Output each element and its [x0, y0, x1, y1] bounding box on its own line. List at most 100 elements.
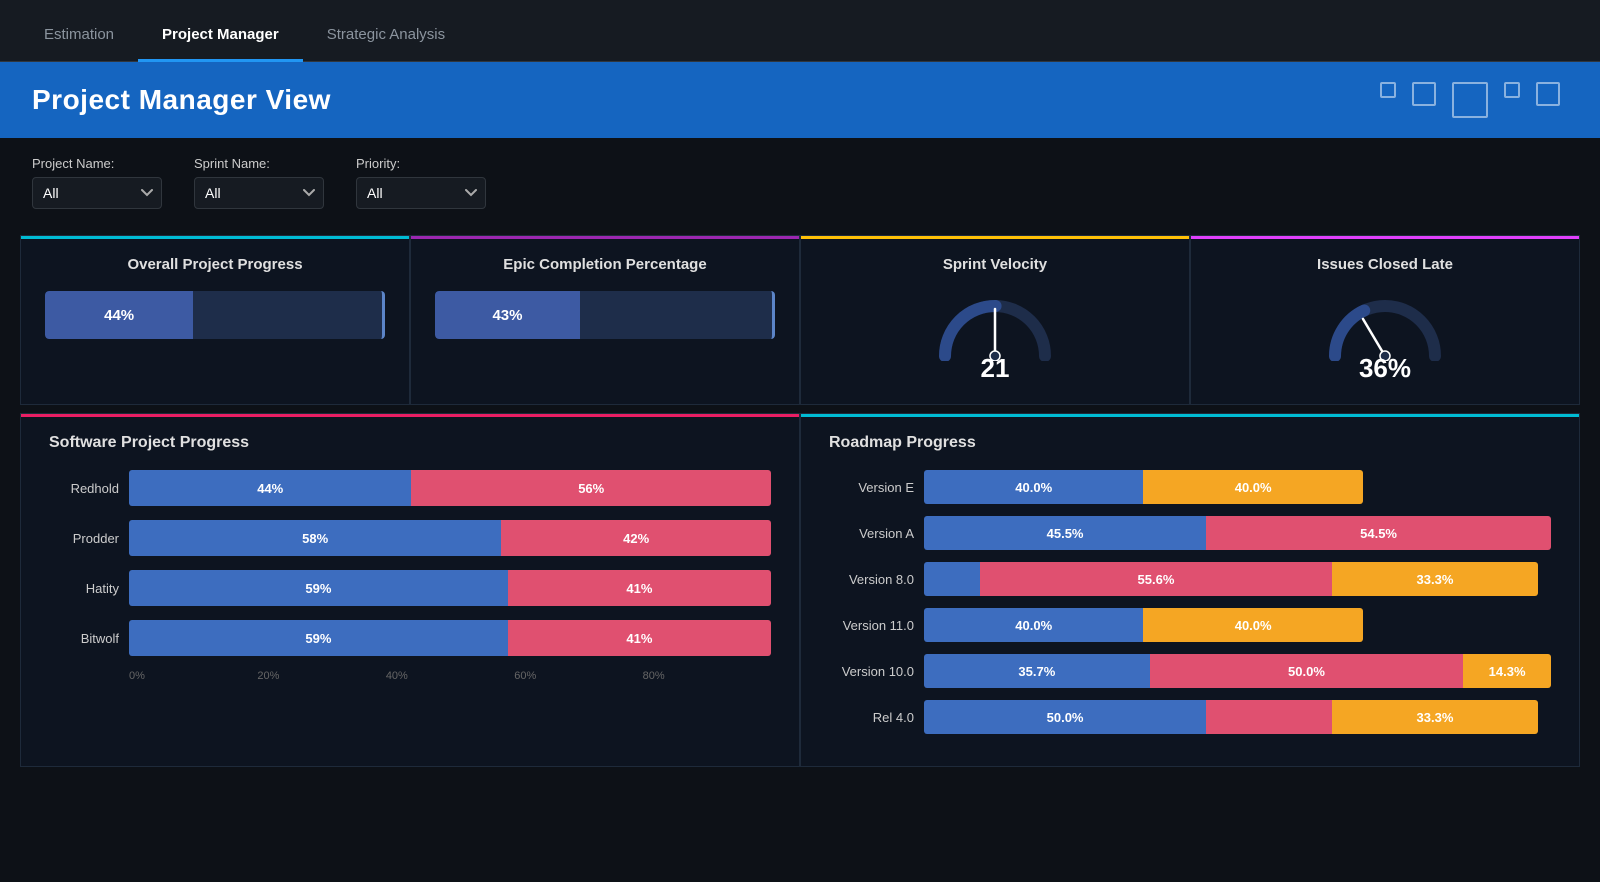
bar-seg-redhold-blue: 44%: [129, 470, 411, 506]
bar-label-prodder: Prodder: [49, 531, 119, 546]
bar-container-redhold: 44% 56%: [129, 470, 771, 506]
bar-seg-bitwolf-blue: 59%: [129, 620, 508, 656]
filters-bar: Project Name: All Sprint Name: All Prior…: [0, 138, 1600, 227]
roadmap-bar-version-a: 45.5% 54.5%: [924, 516, 1551, 550]
sprint-velocity-gauge: 21: [825, 291, 1165, 384]
roadmap-seg-r4-pink: [1206, 700, 1331, 734]
roadmap-bar-version-8: 55.6% 33.3%: [924, 562, 1551, 596]
tab-bar: Estimation Project Manager Strategic Ana…: [0, 0, 1600, 62]
roadmap-seg-v8-blue: [924, 562, 980, 596]
x-tick-20: 20%: [257, 670, 385, 682]
roadmap-seg-v11-blue: 40.0%: [924, 608, 1143, 642]
roadmap-seg-v10-orange: 14.3%: [1463, 654, 1551, 688]
bar-row-redhold: Redhold 44% 56%: [49, 470, 771, 506]
x-axis: 0% 20% 40% 60% 80%: [129, 670, 771, 682]
issues-closed-late-gauge: 36%: [1215, 291, 1555, 384]
roadmap-row-version-e: Version E 40.0% 40.0%: [829, 470, 1551, 504]
tab-estimation[interactable]: Estimation: [20, 10, 138, 62]
roadmap-row-rel-4: Rel 4.0 50.0% 33.3%: [829, 700, 1551, 734]
roadmap-chart: Version E 40.0% 40.0% Version A 45.5% 54…: [829, 470, 1551, 734]
filter-priority: Priority: All: [356, 156, 486, 209]
deco-rect-1: [1380, 82, 1396, 98]
roadmap-label-version-11: Version 11.0: [829, 618, 914, 633]
kpi-overall-progress: Overall Project Progress 44%: [20, 235, 410, 405]
software-progress-panel: Software Project Progress Redhold 44% 56…: [20, 413, 800, 767]
x-tick-60: 60%: [514, 670, 642, 682]
bar-label-bitwolf: Bitwolf: [49, 631, 119, 646]
project-name-select[interactable]: All: [32, 177, 162, 209]
bar-container-hatity: 59% 41%: [129, 570, 771, 606]
bar-row-prodder: Prodder 58% 42%: [49, 520, 771, 556]
filter-project-name: Project Name: All: [32, 156, 162, 209]
x-tick-0: 0%: [129, 670, 257, 682]
roadmap-seg-ve-blue: 40.0%: [924, 470, 1143, 504]
tab-project-manager[interactable]: Project Manager: [138, 10, 303, 62]
bar-label-hatity: Hatity: [49, 581, 119, 596]
page-title: Project Manager View: [32, 84, 1568, 116]
roadmap-row-version-a: Version A 45.5% 54.5%: [829, 516, 1551, 550]
roadmap-seg-v8-pink: 55.6%: [980, 562, 1331, 596]
bar-seg-hatity-blue: 59%: [129, 570, 508, 606]
epic-completion-value: 43%: [492, 307, 522, 324]
roadmap-seg-r4-orange: 33.3%: [1332, 700, 1539, 734]
kpi-overall-progress-title: Overall Project Progress: [45, 256, 385, 273]
filter-sprint-name-label: Sprint Name:: [194, 156, 324, 171]
deco-rect-4: [1504, 82, 1520, 98]
epic-completion-bar-fill: 43%: [435, 291, 580, 339]
sprint-velocity-gauge-svg: [935, 291, 1055, 361]
roadmap-bar-rel-4: 50.0% 33.3%: [924, 700, 1551, 734]
roadmap-seg-v8-orange: 33.3%: [1332, 562, 1539, 596]
issues-closed-late-gauge-svg: [1325, 291, 1445, 361]
kpi-epic-completion: Epic Completion Percentage 43%: [410, 235, 800, 405]
kpi-epic-completion-title: Epic Completion Percentage: [435, 256, 775, 273]
roadmap-bar-version-11: 40.0% 40.0%: [924, 608, 1551, 642]
software-progress-chart: Redhold 44% 56% Prodder 58% 42% Hatity 5…: [49, 470, 771, 656]
filter-priority-label: Priority:: [356, 156, 486, 171]
kpi-sprint-velocity: Sprint Velocity 21: [800, 235, 1190, 405]
bar-container-prodder: 58% 42%: [129, 520, 771, 556]
issues-closed-late-value: 36%: [1359, 353, 1411, 384]
roadmap-label-version-10: Version 10.0: [829, 664, 914, 679]
filter-sprint-name: Sprint Name: All: [194, 156, 324, 209]
roadmap-seg-va-pink: 54.5%: [1206, 516, 1551, 550]
roadmap-seg-v10-pink: 50.0%: [1150, 654, 1464, 688]
bar-seg-hatity-pink: 41%: [508, 570, 771, 606]
roadmap-label-version-a: Version A: [829, 526, 914, 541]
roadmap-row-version-11: Version 11.0 40.0% 40.0%: [829, 608, 1551, 642]
kpi-issues-closed-late-title: Issues Closed Late: [1215, 256, 1555, 273]
bar-row-bitwolf: Bitwolf 59% 41%: [49, 620, 771, 656]
sprint-name-select[interactable]: All: [194, 177, 324, 209]
kpi-cards-row: Overall Project Progress 44% Epic Comple…: [0, 235, 1600, 405]
roadmap-row-version-8: Version 8.0 55.6% 33.3%: [829, 562, 1551, 596]
roadmap-bar-version-e: 40.0% 40.0%: [924, 470, 1551, 504]
bar-seg-prodder-blue: 58%: [129, 520, 501, 556]
kpi-sprint-velocity-title: Sprint Velocity: [825, 256, 1165, 273]
header-banner: Project Manager View: [0, 62, 1600, 138]
roadmap-row-version-10: Version 10.0 35.7% 50.0% 14.3%: [829, 654, 1551, 688]
tab-strategic-analysis[interactable]: Strategic Analysis: [303, 10, 469, 62]
bar-seg-prodder-pink: 42%: [501, 520, 771, 556]
kpi-issues-closed-late: Issues Closed Late 36%: [1190, 235, 1580, 405]
roadmap-bar-version-10: 35.7% 50.0% 14.3%: [924, 654, 1551, 688]
bottom-section: Software Project Progress Redhold 44% 56…: [0, 413, 1600, 767]
priority-select[interactable]: All: [356, 177, 486, 209]
bar-row-hatity: Hatity 59% 41%: [49, 570, 771, 606]
roadmap-label-version-e: Version E: [829, 480, 914, 495]
bar-seg-redhold-pink: 56%: [411, 470, 771, 506]
sprint-velocity-value: 21: [981, 353, 1010, 384]
roadmap-progress-title: Roadmap Progress: [829, 434, 1551, 452]
filter-project-name-label: Project Name:: [32, 156, 162, 171]
roadmap-label-version-8: Version 8.0: [829, 572, 914, 587]
x-tick-80: 80%: [643, 670, 771, 682]
bar-container-bitwolf: 59% 41%: [129, 620, 771, 656]
software-progress-title: Software Project Progress: [49, 434, 771, 452]
deco-rect-2: [1412, 82, 1436, 106]
deco-rect-3: [1452, 82, 1488, 118]
epic-completion-bar-wrap: 43%: [435, 291, 775, 339]
roadmap-seg-ve-orange: 40.0%: [1143, 470, 1362, 504]
roadmap-seg-r4-blue: 50.0%: [924, 700, 1206, 734]
roadmap-seg-va-blue: 45.5%: [924, 516, 1206, 550]
deco-rect-5: [1536, 82, 1560, 106]
roadmap-label-rel-4: Rel 4.0: [829, 710, 914, 725]
roadmap-seg-v11-orange: 40.0%: [1143, 608, 1362, 642]
